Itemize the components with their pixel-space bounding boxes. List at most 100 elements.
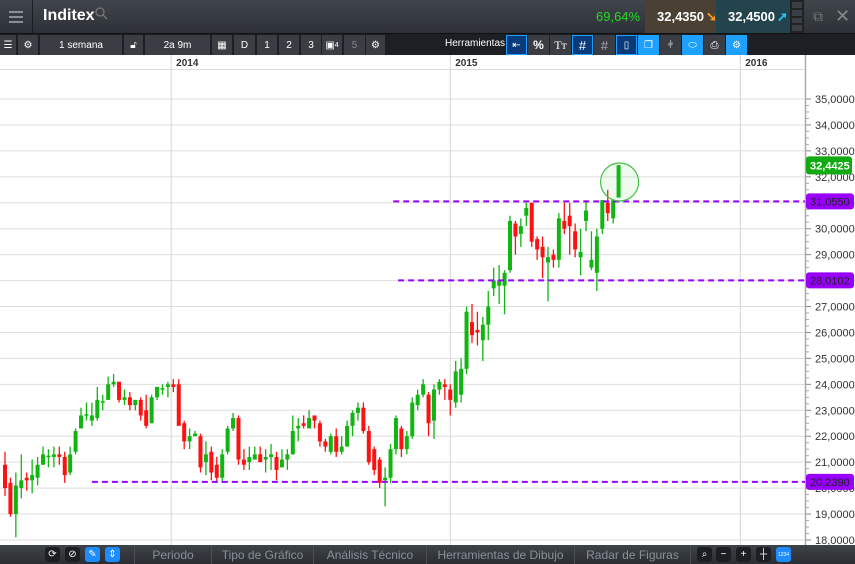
candle-icon[interactable]: ▯: [616, 35, 637, 55]
preset-1-button[interactable]: 1: [257, 35, 277, 55]
candle-down: [475, 329, 480, 333]
tab-herramientas-dibujo[interactable]: Herramientas de Dibujo: [427, 545, 575, 564]
candle-up: [296, 425, 301, 429]
back-arrow-icon[interactable]: ⇤: [506, 35, 527, 55]
candle-down: [448, 389, 453, 400]
zoom-in-icon[interactable]: +: [736, 547, 751, 562]
gear-icon[interactable]: ⚙: [18, 35, 38, 55]
tools-label: Herramientas: [445, 38, 506, 49]
interval-select[interactable]: 1 semana: [40, 35, 122, 55]
settings-edit-icon[interactable]: ⚙: [726, 35, 747, 55]
candle-down: [62, 456, 67, 476]
bars-icon[interactable]: ⫩: [660, 35, 681, 55]
candle-down: [567, 215, 572, 227]
level-label: 20,2390: [810, 477, 850, 489]
candle-up: [225, 428, 230, 452]
lock-icon[interactable]: 🔓︎: [124, 35, 143, 55]
price-chart[interactable]: 35,000034,000033,000032,000031,000030,00…: [0, 55, 855, 545]
zoom-search-icon[interactable]: ⌕: [697, 547, 712, 562]
change-percent: 69,64%: [596, 9, 641, 24]
grid-edit-icon[interactable]: #: [594, 35, 615, 55]
list-icon[interactable]: ☰: [0, 35, 16, 55]
candle-up: [393, 418, 398, 450]
preset-4-label: 4: [334, 41, 339, 49]
tab-radar-figuras[interactable]: Radar de Figuras: [575, 545, 691, 564]
pencil-icon[interactable]: ✎: [85, 547, 100, 562]
candle-up: [155, 386, 160, 398]
candle-up: [507, 220, 512, 271]
candle-up: [41, 454, 46, 465]
candle-up: [89, 415, 94, 421]
preset-2-button[interactable]: 2: [279, 35, 299, 55]
candle-down: [605, 202, 610, 214]
numbers-badge[interactable]: 1234: [776, 547, 791, 562]
candle-up: [415, 394, 420, 406]
candle-up: [149, 397, 154, 424]
candle-up: [279, 459, 284, 468]
crosshair-icon[interactable]: ┼: [756, 547, 771, 562]
preset-5-button[interactable]: 5: [344, 35, 365, 55]
zoom-out-icon[interactable]: −: [716, 547, 731, 562]
clear-icon[interactable]: ⊘: [65, 547, 80, 562]
save-icon: ▣: [325, 39, 335, 51]
candle-up: [231, 418, 236, 429]
calendar-icon[interactable]: ▦: [212, 35, 232, 55]
y-tick-label: 25,0000: [815, 353, 855, 365]
tab-periodo[interactable]: Periodo: [134, 545, 212, 564]
y-tick-label: 22,0000: [815, 431, 855, 443]
candle-down: [57, 454, 62, 457]
candle-down: [127, 397, 132, 406]
candle-up: [502, 272, 507, 286]
candle-down: [24, 477, 29, 481]
candle-up: [350, 412, 355, 426]
candle-down: [3, 464, 7, 489]
candle-up: [524, 207, 529, 216]
candle-down: [529, 202, 534, 242]
tab-analisis-tecnico[interactable]: Análisis Técnico: [314, 545, 427, 564]
candle-up: [459, 368, 464, 395]
text-size-button[interactable]: Tт: [550, 35, 571, 55]
candle-up: [518, 226, 523, 234]
candle-up: [84, 414, 89, 416]
refresh-icon[interactable]: ⟳: [45, 547, 60, 562]
y-tick-label: 18,0000: [815, 535, 855, 545]
candle-up: [111, 381, 116, 385]
tag-icon[interactable]: ⬭: [682, 35, 703, 55]
restore-window-icon[interactable]: ⧉: [806, 0, 830, 33]
candle-up: [35, 464, 40, 478]
ask-price: 32,4500 ➚: [716, 0, 790, 33]
bottom-bar: ⟳ ⊘ ✎ ⇕ Periodo Tipo de Gráfico Análisis…: [0, 545, 855, 564]
preset-3-button[interactable]: 3: [301, 35, 321, 55]
tab-tipo-grafico[interactable]: Tipo de Gráfico: [212, 545, 314, 564]
candle-down: [334, 436, 339, 452]
candle-up: [247, 456, 252, 463]
save-preset-4-button[interactable]: ▣ 4: [322, 35, 342, 55]
candle-down: [535, 239, 540, 250]
up-arrow-icon: ➚: [777, 8, 788, 24]
candle-down: [562, 220, 567, 229]
range-select[interactable]: 2a 9m: [145, 35, 210, 55]
settings-gear-icon[interactable]: ⚙: [366, 35, 385, 55]
y-tick-label: 33,0000: [815, 146, 855, 158]
candle-down: [214, 464, 219, 478]
candle-up: [383, 477, 388, 481]
candle-down: [573, 231, 578, 250]
windows-icon[interactable]: ❐: [638, 35, 659, 55]
daily-button[interactable]: D: [234, 35, 255, 55]
candle-down: [317, 423, 322, 442]
percent-button[interactable]: %: [528, 35, 549, 55]
hamburger-menu-icon[interactable]: [0, 0, 33, 33]
updown-icon[interactable]: ⇕: [105, 547, 120, 562]
candle-up: [79, 415, 84, 429]
candle-up: [106, 384, 111, 400]
close-icon[interactable]: ✕: [830, 0, 855, 33]
candle-up: [100, 401, 105, 403]
candle-down: [469, 322, 474, 336]
grid-icon[interactable]: #: [572, 35, 593, 55]
search-icon[interactable]: [95, 7, 108, 20]
print-icon[interactable]: ⎙: [704, 35, 725, 55]
candle-down: [182, 423, 187, 442]
chart-toolbar: ☰ ⚙ 1 semana 🔓︎ 2a 9m ▦ D 1 2 3 ▣ 4 5 ⚙ H…: [0, 33, 855, 55]
candle-up: [339, 446, 344, 452]
candle-up: [307, 418, 312, 429]
